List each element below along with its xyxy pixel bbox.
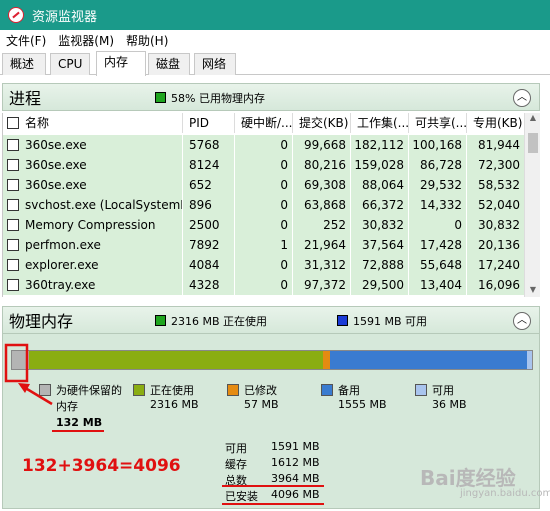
free-swatch [415,384,427,396]
table-row[interactable]: explorer.exe 4084 0 31,312 72,888 55,648… [3,255,524,275]
table-row[interactable]: 360se.exe 8124 0 80,216 159,028 86,728 7… [3,155,524,175]
reserved-swatch [39,384,51,396]
bar-reserved [12,351,29,369]
row-checkbox[interactable] [7,279,19,291]
in-use-legend-swatch [133,384,145,396]
table-row[interactable]: svchost.exe (LocalSystemN... 896 0 63,86… [3,195,524,215]
bar-free [527,351,532,369]
available-swatch [337,315,348,326]
column-name[interactable]: 名称 [3,113,183,133]
table-row[interactable]: 360se.exe 5768 0 99,668 182,112 100,168 … [3,135,524,155]
collapse-processes-button[interactable]: ︿ [513,89,531,107]
row-checkbox[interactable] [7,239,19,251]
row-checkbox[interactable] [7,219,19,231]
processes-header[interactable]: 进程 58% 已用物理内存 ︿ [2,83,540,111]
title-bar: 资源监视器 [0,0,550,30]
table-row[interactable]: 360se.exe 652 0 69,308 88,064 29,532 58,… [3,175,524,195]
menu-monitor[interactable]: 监视器(M) [52,32,120,49]
watermark-url: jingyan.baidu.com [460,488,550,499]
modified-swatch [227,384,239,396]
memory-usage-bar [11,350,533,370]
column-private[interactable]: 专用(KB) [467,113,524,133]
column-shareable[interactable]: 可共享(... [409,113,467,133]
process-table: 名称 PID 硬中断/... 提交(KB) 工作集(... 可共享(... 专用… [2,113,524,297]
column-working-set[interactable]: 工作集(... [351,113,409,133]
row-checkbox[interactable] [7,159,19,171]
physical-memory-header[interactable]: 物理内存 2316 MB 正在使用 1591 MB 可用 ︿ [2,306,540,334]
row-checkbox[interactable] [7,199,19,211]
memory-usage-swatch [155,92,166,103]
window-title: 资源监视器 [32,9,98,25]
standby-swatch [321,384,333,396]
row-checkbox[interactable] [7,139,19,151]
column-pid[interactable]: PID [183,113,235,133]
memory-usage-label: 58% 已用物理内存 [171,92,265,105]
bar-in-use [28,351,323,369]
tab-network[interactable]: 网络 [194,53,236,75]
row-checkbox[interactable] [7,179,19,191]
column-hard-faults[interactable]: 硬中断/... [235,113,293,133]
available-label: 1591 MB 可用 [353,315,428,328]
scroll-down-arrow[interactable]: ▼ [525,285,541,297]
scroll-thumb[interactable] [528,133,538,153]
bar-modified [322,351,330,369]
menu-bar: 文件(F) 监视器(M) 帮助(H) [0,30,550,50]
select-all-checkbox[interactable] [7,117,19,129]
resource-monitor-icon [8,7,24,23]
menu-file[interactable]: 文件(F) [0,32,52,49]
processes-title: 进程 [9,89,42,108]
collapse-memory-button[interactable]: ︿ [513,312,531,330]
watermark-logo: Bai度经验 [420,466,516,490]
tab-memory[interactable]: 内存 [96,51,146,76]
tab-disk[interactable]: 磁盘 [148,53,190,75]
process-scrollbar[interactable]: ▲ ▼ [524,113,540,297]
table-row[interactable]: perfmon.exe 7892 1 21,964 37,564 17,428 … [3,235,524,255]
in-use-swatch [155,315,166,326]
tab-overview[interactable]: 概述 [2,53,46,75]
bar-standby [330,351,528,369]
table-header: 名称 PID 硬中断/... 提交(KB) 工作集(... 可共享(... 专用… [3,113,524,133]
column-commit[interactable]: 提交(KB) [293,113,351,133]
menu-help[interactable]: 帮助(H) [120,32,174,49]
tab-strip: 概述 CPU 内存 磁盘 网络 [0,51,550,76]
annotation-equation: 132+3964=4096 [22,456,181,476]
in-use-label: 2316 MB 正在使用 [171,315,268,328]
tab-cpu[interactable]: CPU [50,53,90,75]
scroll-up-arrow[interactable]: ▲ [525,113,541,125]
physical-memory-title: 物理内存 [9,312,74,331]
table-row[interactable]: 360tray.exe 4328 0 97,372 29,500 13,404 … [3,275,524,295]
reserved-value: 132 MB [56,416,103,429]
row-checkbox[interactable] [7,259,19,271]
table-row[interactable]: Memory Compression 2500 0 252 30,832 0 3… [3,215,524,235]
